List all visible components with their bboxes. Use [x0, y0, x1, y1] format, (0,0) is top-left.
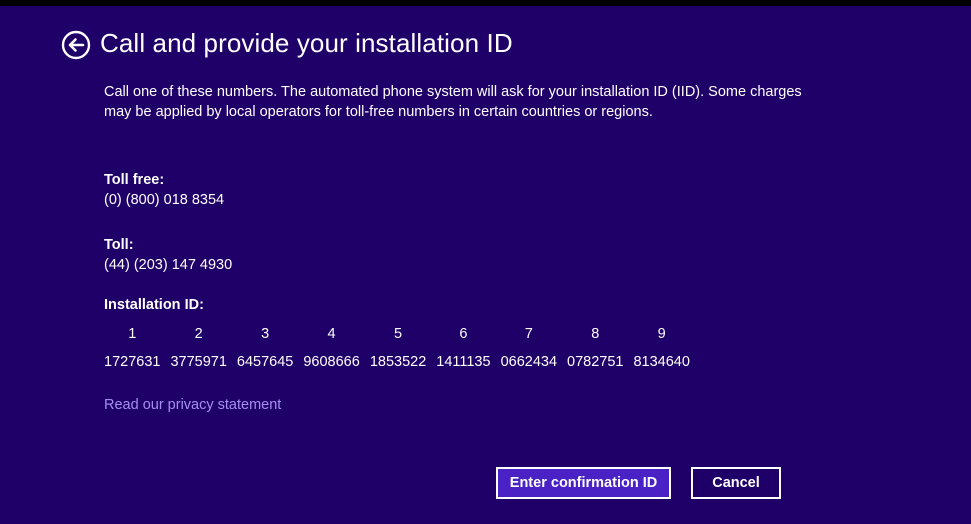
toll-label: Toll: [104, 237, 134, 253]
back-arrow-circle-icon [61, 30, 91, 60]
iid-group-value: 6457645 [236, 354, 294, 370]
iid-group: 2 3775971 [170, 324, 226, 372]
iid-group: 9 8134640 [633, 324, 689, 372]
iid-group: 4 9608666 [303, 324, 359, 372]
privacy-statement-link[interactable]: Read our privacy statement [104, 397, 281, 413]
iid-group-value: 0782751 [567, 354, 624, 370]
iid-group-number: 1 [128, 326, 137, 342]
iid-group-value: 9608666 [303, 354, 360, 370]
toll-free-number: (0) (800) 018 8354 [104, 192, 225, 208]
iid-group-value: 3775971 [170, 354, 227, 370]
instructions-text: Call one of these numbers. The automated… [104, 84, 802, 120]
installation-id-table: 1 1727631 2 3775971 3 6457645 4 9608666 … [104, 324, 690, 372]
iid-group-value: 1727631 [104, 354, 161, 370]
iid-group: 1 1727631 [104, 324, 160, 372]
iid-group-number: 2 [194, 326, 203, 342]
iid-group-value: 1411135 [436, 354, 491, 370]
page-title: Call and provide your installation ID [100, 28, 513, 58]
toll-number: (44) (203) 147 4930 [104, 257, 233, 273]
iid-group-value: 1853522 [369, 354, 427, 370]
iid-group-number: 4 [327, 326, 336, 342]
cancel-button[interactable]: Cancel [691, 467, 781, 499]
installation-id-label: Installation ID: [104, 297, 204, 313]
iid-group-number: 6 [459, 326, 468, 342]
iid-group: 8 0782751 [567, 324, 623, 372]
iid-group: 7 0662434 [501, 324, 557, 372]
iid-group: 6 1411135 [436, 324, 490, 372]
iid-group-value: 0662434 [500, 354, 558, 370]
iid-group-number: 8 [591, 326, 600, 342]
iid-group: 3 6457645 [237, 324, 293, 372]
toll-free-label: Toll free: [104, 172, 165, 188]
back-button[interactable] [61, 30, 91, 60]
iid-group-number: 7 [524, 326, 533, 342]
iid-group-number: 3 [261, 326, 270, 342]
iid-group-number: 5 [394, 326, 403, 342]
iid-group: 5 1853522 [370, 324, 426, 372]
iid-group-number: 9 [657, 326, 666, 342]
iid-group-value: 8134640 [633, 354, 690, 370]
enter-confirmation-id-button[interactable]: Enter confirmation ID [496, 467, 671, 499]
window-top-bar [0, 0, 971, 6]
